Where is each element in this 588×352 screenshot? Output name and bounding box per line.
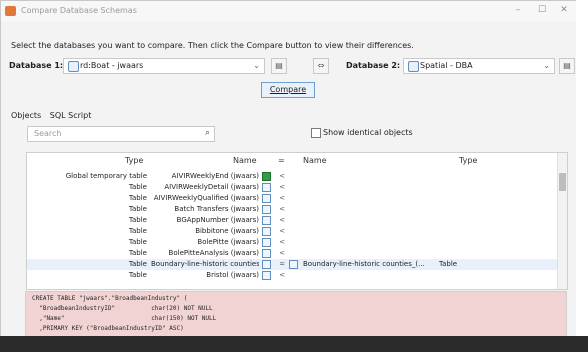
table-icon bbox=[262, 205, 271, 214]
table-icon bbox=[262, 249, 271, 258]
table-icon bbox=[289, 260, 298, 269]
database2-value: Spatial - DBA bbox=[420, 61, 473, 70]
table-icon bbox=[262, 216, 271, 225]
close-button[interactable]: ✕ bbox=[557, 5, 571, 17]
database1-combo[interactable]: rd:Boat - jwaars ⌄ bbox=[63, 58, 265, 74]
app-icon bbox=[5, 6, 16, 16]
minimize-button[interactable]: – bbox=[511, 5, 525, 17]
table-icon bbox=[262, 271, 271, 280]
table-row[interactable]: Table BolePitteAnalysis (jwaars) < bbox=[27, 248, 567, 259]
sql-line: ,"Name" char(150) NOT NULL bbox=[32, 315, 217, 322]
table-icon bbox=[262, 183, 271, 192]
search-input[interactable]: Search ⌕ bbox=[27, 126, 215, 142]
table-icon bbox=[262, 194, 271, 203]
sql-line: CREATE TABLE "jwaars"."BroadbeanIndustry… bbox=[32, 295, 188, 302]
background-bottom bbox=[0, 336, 588, 352]
table-row[interactable]: Table BolePitte (jwaars) < bbox=[27, 237, 567, 248]
table-row[interactable]: Table BGAppNumber (jwaars) < bbox=[27, 215, 567, 226]
table-row[interactable]: Global temporary table AIVIRWeeklyEnd (j… bbox=[27, 171, 567, 182]
database1-value: rd:Boat - jwaars bbox=[80, 61, 144, 70]
table-row[interactable]: Table AIVIRWeeklyQualified (jwaars) < bbox=[27, 193, 567, 204]
window-title: Compare Database Schemas bbox=[21, 6, 137, 15]
background-strip bbox=[576, 0, 588, 336]
compare-schemas-window: Compare Database Schemas – ☐ ✕ Select th… bbox=[0, 0, 578, 339]
table-row[interactable]: Table Bibbitone (jwaars) < bbox=[27, 226, 567, 237]
tab-bar: Objects SQL Script bbox=[11, 111, 97, 123]
database1-label: Database 1: bbox=[9, 61, 64, 70]
objects-grid[interactable]: Type Name = Name Type Global temporary t… bbox=[26, 152, 568, 290]
search-placeholder: Search bbox=[34, 129, 62, 138]
table-row[interactable]: Table Bristol (jwaars) < bbox=[27, 270, 567, 281]
scrollbar-thumb[interactable] bbox=[559, 173, 566, 191]
header-eq[interactable]: = bbox=[278, 156, 285, 165]
table-row[interactable]: Table Batch Transfers (jwaars) < bbox=[27, 204, 567, 215]
maximize-button[interactable]: ☐ bbox=[535, 5, 549, 17]
header-type-right[interactable]: Type bbox=[459, 156, 477, 165]
compare-button[interactable]: Compare bbox=[261, 82, 315, 98]
table-row[interactable]: Table AIVIRWeeklyDetail (jwaars) < bbox=[27, 182, 567, 193]
chevron-down-icon: ⌄ bbox=[543, 61, 550, 70]
header-type-left[interactable]: Type bbox=[125, 156, 143, 165]
search-icon: ⌕ bbox=[204, 128, 210, 138]
object-icon bbox=[262, 172, 271, 181]
table-row[interactable]: Table Boundary-line-historic counties_(.… bbox=[27, 259, 567, 270]
database1-settings-button[interactable]: ▤ bbox=[271, 58, 287, 74]
title-bar: Compare Database Schemas – ☐ ✕ bbox=[1, 1, 577, 21]
table-icon bbox=[262, 227, 271, 236]
database-icon bbox=[408, 61, 419, 72]
header-name-left[interactable]: Name bbox=[233, 156, 257, 165]
table-icon bbox=[262, 238, 271, 247]
header-name-right[interactable]: Name bbox=[303, 156, 327, 165]
show-identical-checkbox[interactable] bbox=[311, 128, 321, 138]
database2-settings-button[interactable]: ▤ bbox=[559, 58, 575, 74]
database-icon bbox=[68, 61, 79, 72]
tab-objects[interactable]: Objects bbox=[11, 111, 41, 120]
grid-scrollbar[interactable] bbox=[557, 153, 567, 289]
table-icon bbox=[262, 260, 271, 269]
chevron-down-icon: ⌄ bbox=[253, 61, 260, 70]
instructions-text: Select the databases you want to compare… bbox=[11, 41, 414, 50]
sql-preview[interactable]: CREATE TABLE "jwaars"."BroadbeanIndustry… bbox=[25, 291, 567, 339]
swap-databases-button[interactable]: ⇔ bbox=[313, 58, 329, 74]
tab-sql-script[interactable]: SQL Script bbox=[50, 111, 92, 120]
database2-combo[interactable]: Spatial - DBA ⌄ bbox=[403, 58, 555, 74]
database2-label: Database 2: bbox=[346, 61, 401, 70]
show-identical-label: Show identical objects bbox=[323, 128, 413, 137]
sql-line: "BroadbeanIndustryID" char(20) NOT NULL bbox=[32, 305, 213, 312]
sql-line: ,PRIMARY KEY ("BroadbeanIndustryID" ASC) bbox=[32, 325, 184, 332]
